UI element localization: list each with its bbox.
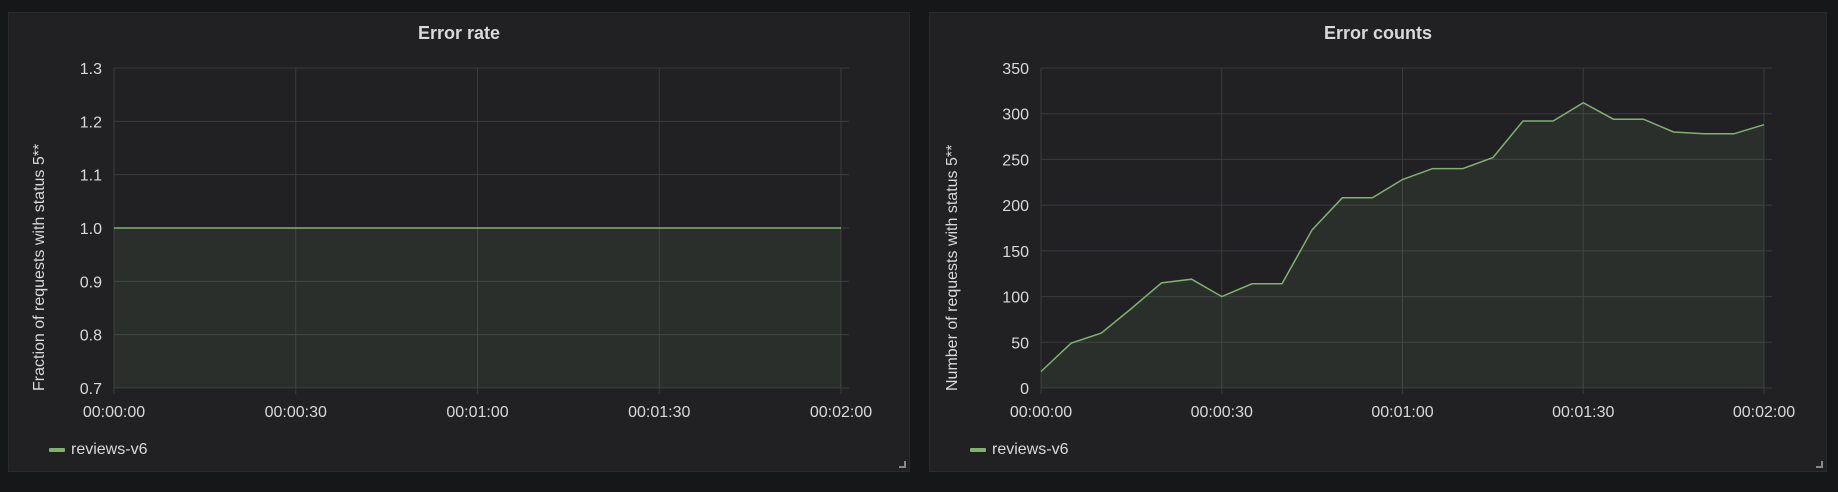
x-tick-label: 00:00:00	[1010, 404, 1072, 421]
y-tick-label: 150	[1002, 244, 1029, 261]
legend-swatch	[49, 448, 65, 452]
x-tick-label: 00:02:00	[810, 404, 872, 421]
error-counts-panel[interactable]: Error counts Number of requests with sta…	[929, 12, 1827, 472]
y-tick-label: 1.0	[80, 221, 102, 238]
x-tick-label: 00:00:00	[83, 404, 145, 421]
y-tick-label: 100	[1002, 290, 1029, 307]
legend-label[interactable]: reviews-v6	[992, 441, 1068, 459]
y-tick-label: 300	[1002, 107, 1029, 124]
y-tick-label: 50	[1011, 335, 1029, 352]
x-tick-label: 00:01:30	[1552, 404, 1614, 421]
error-counts-chart: 0 50 100 150 200 250 300 350 00:00:00 00:00:30 00:…	[1002, 61, 1795, 421]
y-tick-label: 1.2	[80, 114, 102, 131]
legend-swatch	[970, 448, 986, 452]
y-tick-label: 350	[1002, 61, 1029, 78]
x-tick-label: 00:02:00	[1733, 404, 1795, 421]
legend[interactable]: reviews-v6	[970, 441, 1068, 459]
y-tick-label: 0.7	[80, 381, 102, 398]
resize-handle-icon[interactable]	[1816, 461, 1823, 468]
x-tick-label: 00:01:00	[446, 404, 508, 421]
y-tick-label: 1.3	[80, 61, 102, 78]
x-tick-label: 00:01:30	[628, 404, 690, 421]
y-tick-label: 200	[1002, 198, 1029, 215]
series-area	[114, 228, 841, 388]
x-tick-label: 00:00:30	[265, 404, 327, 421]
x-tick-label: 00:01:00	[1371, 404, 1433, 421]
x-tick-label: 00:00:30	[1191, 404, 1253, 421]
y-tick-label: 0.8	[80, 328, 102, 345]
y-tick-label: 250	[1002, 152, 1029, 169]
y-tick-label: 0.9	[80, 274, 102, 291]
legend-label[interactable]: reviews-v6	[71, 441, 147, 459]
resize-handle-icon[interactable]	[899, 461, 906, 468]
y-tick-label: 0	[1020, 381, 1029, 398]
y-tick-label: 1.1	[80, 168, 102, 185]
legend[interactable]: reviews-v6	[49, 441, 147, 459]
error-rate-chart: 0.7 0.8 0.9 1.0 1.1 1.2 1.3 00:00:00 00:00:30 00:…	[80, 61, 872, 421]
error-rate-panel[interactable]: Error rate Fraction of requests with sta…	[8, 12, 910, 472]
